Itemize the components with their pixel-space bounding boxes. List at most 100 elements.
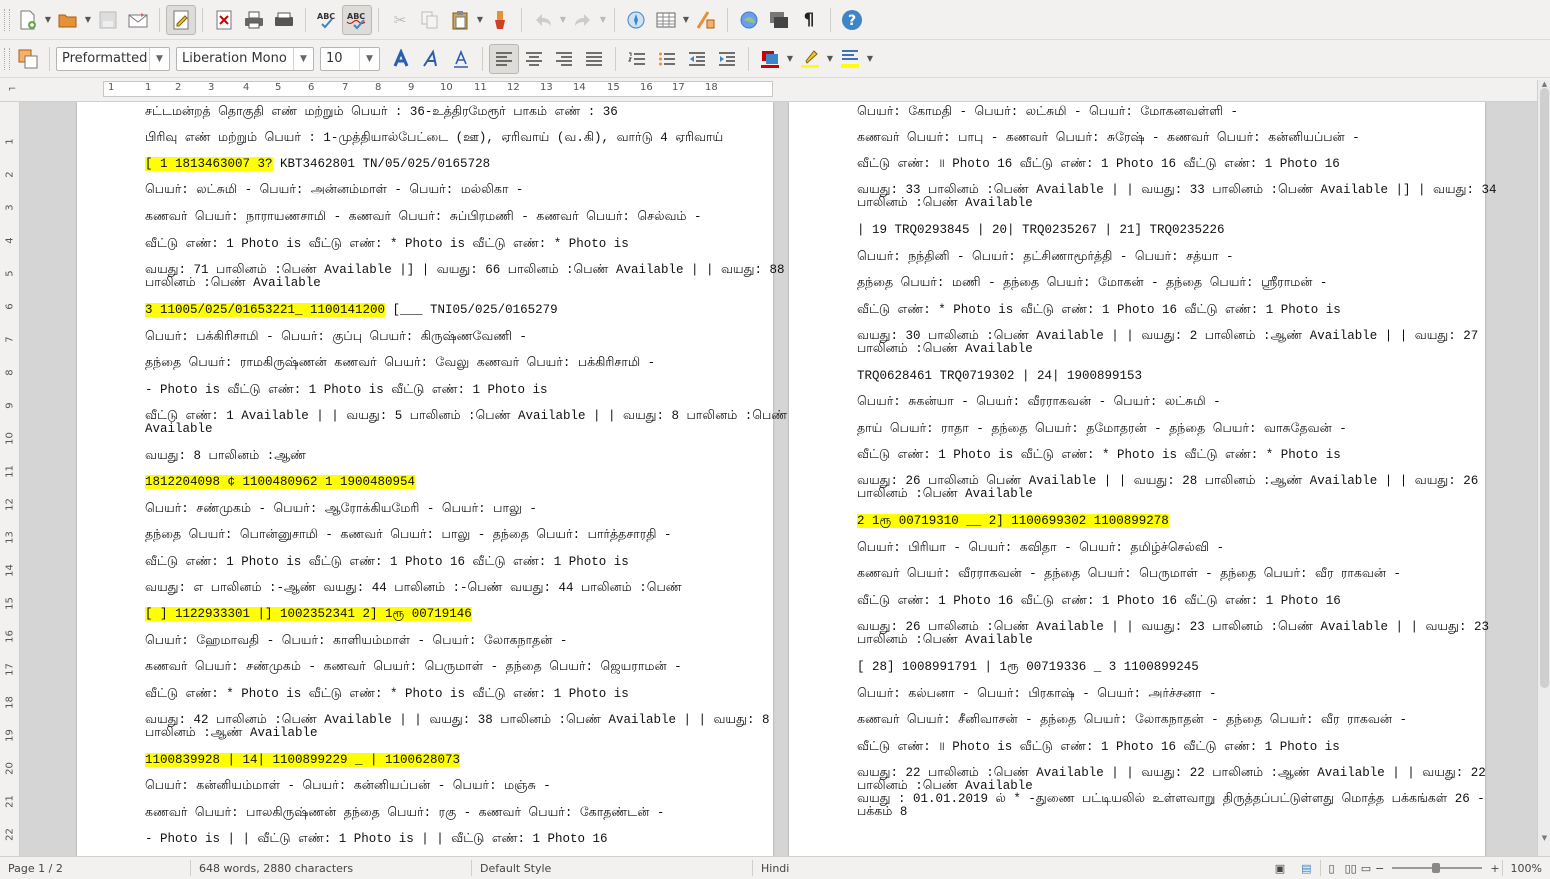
paragraph-style-value[interactable]: Preformatted (57, 51, 149, 66)
text-line[interactable]: கணவர் பெயர்: சீனிவாசன் - தந்தை பெயர்: லோ… (857, 714, 1407, 727)
font-size-combo[interactable]: 10 ▼ (320, 46, 380, 71)
text-line[interactable]: பெயர்: நந்தினி - பெயர்: தட்சிணாமூர்த்தி … (857, 251, 1233, 264)
italic-icon[interactable] (416, 44, 446, 74)
text-line[interactable]: - Photo is | | வீட்டு எண்: 1 Photo is | … (145, 833, 608, 846)
highlighting-icon[interactable] (795, 44, 825, 74)
styles-icon[interactable] (13, 44, 43, 74)
document-page-1[interactable]: சட்டமன்றத் தொகுதி எண் மற்றும் பெயர் : 36… (77, 102, 787, 856)
numbering-icon[interactable] (622, 44, 652, 74)
bold-icon[interactable] (386, 44, 416, 74)
background-color-dropdown-arrow[interactable]: ▼ (865, 54, 875, 63)
text-line[interactable]: பிரிவு எண் மற்றும் பெயர் : 1-முத்தியால்ப… (145, 132, 723, 145)
paragraph-style-combo[interactable]: Preformatted ▼ (56, 46, 170, 71)
font-color-icon[interactable] (755, 44, 785, 74)
word-count[interactable]: 648 words, 2880 characters (191, 862, 471, 875)
highlighted-text[interactable]: 2 1ரூ 00719310 __ 2] 1100699302 11008992… (857, 514, 1169, 528)
background-color-icon[interactable] (835, 44, 865, 74)
highlighted-text[interactable]: 1812204098 ¢ 1100480962 1 1900480954 (145, 475, 416, 489)
chevron-down-icon[interactable]: ▼ (293, 47, 313, 70)
text-line[interactable]: கணவர் பெயர்: பாபு - கணவர் பெயர்: சுரேஷ் … (857, 132, 1360, 145)
digital-signature-icon[interactable]: ▤ (1293, 862, 1319, 875)
toolbar-grip[interactable] (4, 47, 10, 70)
text-line[interactable]: பெயர்: கோமதி - பெயர்: லட்சுமி - பெயர்: ம… (857, 106, 1238, 119)
align-center-icon[interactable] (519, 44, 549, 74)
formatting-marks-icon[interactable]: ¶ (794, 5, 824, 35)
navigator-icon[interactable] (621, 5, 651, 35)
increase-indent-icon[interactable] (712, 44, 742, 74)
text-line[interactable]: 2 1ரூ 00719310 __ 2] 1100699302 11008992… (857, 514, 1169, 528)
redo-icon[interactable] (568, 5, 598, 35)
save-icon[interactable] (93, 5, 123, 35)
text-line[interactable]: வயது: 26 பாலினம் பெண் Available | | வயது… (857, 475, 1478, 501)
text-line[interactable]: பெயர்: பக்கிரிசாமி - பெயர்: குப்பு பெயர்… (145, 331, 527, 344)
text-line[interactable]: வீட்டு எண்: 1 Photo is வீட்டு எண்: 1 Pho… (145, 556, 629, 569)
underline-icon[interactable] (446, 44, 476, 74)
undo-icon[interactable] (528, 5, 558, 35)
text-line[interactable]: கணவர் பெயர்: வீரராகவன் - தந்தை பெயர்: பெ… (857, 568, 1401, 581)
font-size-value[interactable]: 10 (321, 51, 359, 66)
chevron-down-icon[interactable]: ▼ (359, 47, 379, 70)
text-line[interactable]: பெயர்: கல்பனா - பெயர்: பிரகாஷ் - பெயர்: … (857, 688, 1216, 701)
font-name-value[interactable]: Liberation Mono (177, 51, 293, 66)
scroll-down-icon[interactable]: ▼ (1538, 834, 1550, 844)
text-line[interactable]: வயது: 33 பாலினம் :பெண் Available | | வயத… (857, 184, 1496, 210)
vertical-ruler[interactable]: 1 2 3 4 5 6 7 8 9 10 11 12 13 14 15 16 17 18 19 20 21 22 (0, 102, 20, 856)
print-icon[interactable] (239, 5, 269, 35)
font-color-dropdown-arrow[interactable]: ▼ (785, 54, 795, 63)
new-document-icon[interactable] (13, 5, 43, 35)
text-line[interactable]: சட்டமன்றத் தொகுதி எண் மற்றும் பெயர் : 36… (145, 106, 618, 119)
text-line[interactable]: 1100839928 | 14| 1100899229 _ | 11006280… (145, 753, 461, 767)
text-line[interactable]: TRQ0628461 TRQ0719302 | 24| 1900899153 (857, 370, 1142, 383)
text-line[interactable]: பெயர்: லட்சுமி - பெயர்: அன்னம்மாள் - பெய… (145, 184, 523, 197)
zoom-in-icon[interactable]: + (1488, 862, 1501, 875)
text-line[interactable]: | 19 TRQ0293845 | 20| TRQ0235267 | 21] T… (857, 224, 1225, 237)
redo-dropdown-arrow[interactable]: ▼ (598, 15, 608, 24)
edit-mode-icon[interactable] (166, 4, 196, 35)
text-line[interactable]: வீட்டு எண்: ॥ Photo 16 வீட்டு எண்: 1 Pho… (857, 158, 1340, 171)
font-name-combo[interactable]: Liberation Mono ▼ (176, 46, 314, 71)
book-view-icon[interactable]: ▭ (1359, 862, 1373, 875)
text-line[interactable]: வீட்டு எண்: 1 Photo 16 வீட்டு எண்: 1 Pho… (857, 595, 1341, 608)
highlighted-text[interactable]: 1100839928 | 14| 1100899229 _ | 11006280… (145, 753, 461, 767)
clone-formatting-icon[interactable] (485, 5, 515, 35)
document-area[interactable]: சட்டமன்றத் தொகுதி எண் மற்றும் பெயர் : 36… (21, 102, 1537, 856)
text-line[interactable]: பெயர்: ஹேமாவதி - பெயர்: காளியம்மாள் - பெ… (145, 635, 567, 648)
text-line[interactable]: வயது: 30 பாலினம் :பெண் Available | | வயத… (857, 330, 1478, 356)
zoom-slider-knob[interactable] (1432, 863, 1441, 873)
text-line[interactable]: கணவர் பெயர்: நாராயணசாமி - கணவர் பெயர்: ச… (145, 211, 701, 224)
cut-icon[interactable]: ✂ (385, 5, 415, 35)
table-dropdown-arrow[interactable]: ▼ (681, 15, 691, 24)
text-line[interactable]: பெயர்: கன்னியம்மாள் - பெயர்: கன்னியப்பன்… (145, 780, 551, 793)
text-line[interactable]: வயது: 42 பாலினம் :பெண் Available | | வயத… (145, 714, 769, 740)
text-line[interactable]: தாய் பெயர்: ராதா - தந்தை பெயர்: தமோதரன் … (857, 423, 1347, 436)
email-icon[interactable] (123, 5, 153, 35)
text-line[interactable]: வீட்டு எண்: ॥ Photo is வீட்டு எண்: 1 Pho… (857, 741, 1340, 754)
text-line[interactable]: வயது: 26 பாலினம் :பெண் Available | | வயத… (857, 621, 1489, 647)
text-line[interactable]: வீட்டு எண்: * Photo is வீட்டு எண்: 1 Pho… (857, 304, 1341, 317)
text-line[interactable]: - Photo is வீட்டு எண்: 1 Photo is வீட்டு… (145, 384, 548, 397)
tab-stop-selector[interactable]: ⌐ (8, 84, 16, 95)
text-line[interactable]: [ 1 1813463007 3? KBT3462801 TN/05/025/0… (145, 157, 490, 171)
gallery-icon[interactable] (734, 5, 764, 35)
highlighted-text[interactable]: [ ] 1122933301 |] 1002352341 2] 1ரூ 0071… (145, 607, 472, 621)
autospell-icon[interactable]: ABC (342, 4, 372, 35)
text-line[interactable]: தந்தை பெயர்: மணி - தந்தை பெயர்: மோகன் - … (857, 277, 1327, 290)
document-page-2[interactable]: பெயர்: கோமதி - பெயர்: லட்சுமி - பெயர்: ம… (789, 102, 1496, 856)
text-line[interactable]: வயது: 71 பாலினம் :பெண் Available |] | வய… (145, 264, 784, 290)
text-line[interactable]: [ 28] 1008991791 | 1ரூ 00719336 _ 3 1100… (857, 661, 1199, 674)
highlighting-dropdown-arrow[interactable]: ▼ (825, 54, 835, 63)
text-line[interactable]: வீட்டு எண்: 1 Photo is வீட்டு எண்: * Pho… (857, 449, 1341, 462)
text-line[interactable]: வயது: 8 பாலினம் :ஆண் (145, 450, 306, 463)
decrease-indent-icon[interactable] (682, 44, 712, 74)
text-line[interactable]: வீட்டு எண்: 1 Available | | வயது: 5 பாலி… (145, 410, 787, 436)
single-page-view-icon[interactable]: ▯ (1321, 862, 1343, 875)
page-indicator[interactable]: Page 1 / 2 (0, 862, 190, 875)
spellcheck-icon[interactable]: ABC (312, 5, 342, 35)
text-line[interactable]: பெயர்: சுகன்யா - பெயர்: வீரராகவன் - பெயர… (857, 396, 1221, 409)
justify-icon[interactable] (579, 44, 609, 74)
draw-functions-icon[interactable] (691, 5, 721, 35)
export-pdf-icon[interactable] (209, 5, 239, 35)
highlighted-text[interactable]: 3 11005/025/01653221_ 1100141200 (145, 303, 386, 317)
text-line[interactable]: 1812204098 ¢ 1100480962 1 1900480954 (145, 475, 416, 489)
table-icon[interactable] (651, 5, 681, 35)
